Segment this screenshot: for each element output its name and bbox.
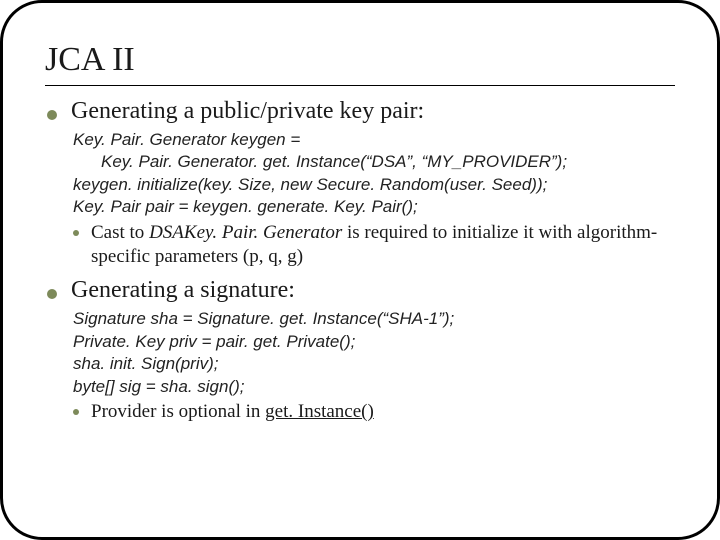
text: Provider is optional in	[91, 401, 265, 422]
section-body: Generating a public/private key pair: Ke…	[71, 98, 675, 269]
sub-bullet-text: Cast to DSAKey. Pair. Generator is requi…	[91, 221, 675, 270]
sub-bullet: Cast to DSAKey. Pair. Generator is requi…	[71, 221, 675, 270]
sub-bullet: Provider is optional in get. Instance()	[71, 400, 675, 424]
bullet-icon	[73, 409, 79, 415]
code-line: keygen. initialize(key. Size, new Secure…	[73, 174, 675, 196]
code-line: Private. Key priv = pair. get. Private()…	[73, 331, 675, 353]
section-keypair: Generating a public/private key pair: Ke…	[45, 98, 675, 269]
section-heading: Generating a public/private key pair:	[71, 98, 675, 125]
code-line: Key. Pair pair = keygen. generate. Key. …	[73, 196, 675, 218]
code-line: sha. init. Sign(priv);	[73, 353, 675, 375]
italic-text: DSAKey. Pair. Generator	[149, 222, 342, 243]
code-block: Signature sha = Signature. get. Instance…	[71, 308, 675, 398]
code-line: Key. Pair. Generator. get. Instance(“DSA…	[73, 151, 675, 173]
section-heading: Generating a signature:	[71, 277, 675, 304]
bullet-icon	[47, 289, 57, 299]
bullet-icon	[73, 230, 79, 236]
code-line: Key. Pair. Generator keygen =	[73, 129, 675, 151]
code-line: byte[] sig = sha. sign();	[73, 376, 675, 398]
sub-bullet-text: Provider is optional in get. Instance()	[91, 400, 374, 424]
slide: JCA II Generating a public/private key p…	[0, 0, 720, 540]
bullet-icon	[47, 110, 57, 120]
code-line: Signature sha = Signature. get. Instance…	[73, 308, 675, 330]
slide-title: JCA II	[45, 41, 675, 79]
code-block: Key. Pair. Generator keygen = Key. Pair.…	[71, 129, 675, 219]
title-divider	[45, 85, 675, 86]
underline-text: get. Instance()	[265, 401, 374, 422]
section-signature: Generating a signature: Signature sha = …	[45, 277, 675, 424]
text: Cast to	[91, 222, 149, 243]
section-body: Generating a signature: Signature sha = …	[71, 277, 675, 424]
